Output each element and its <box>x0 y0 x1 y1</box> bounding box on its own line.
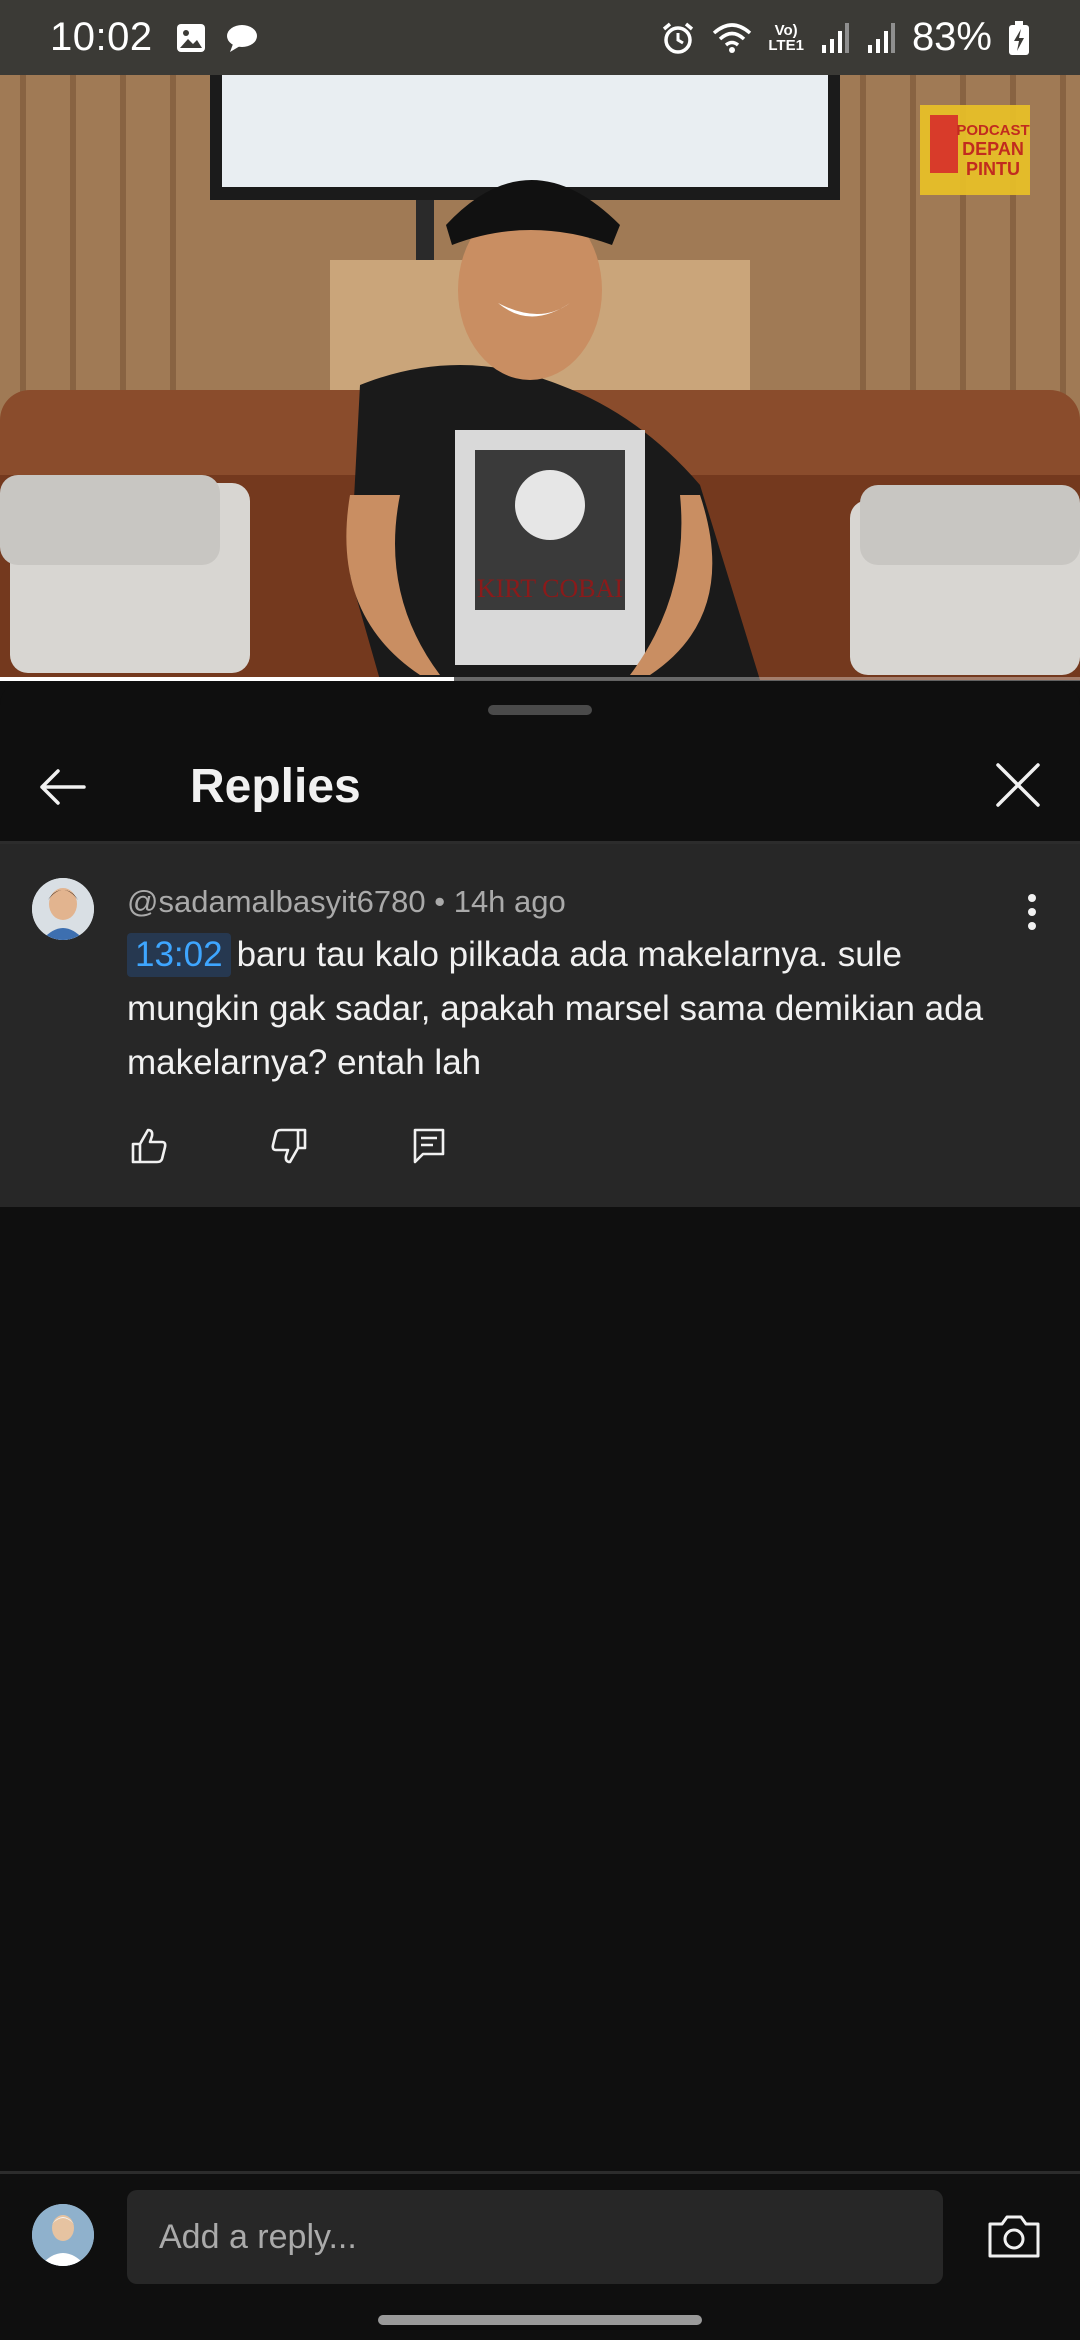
more-options-button[interactable] <box>1024 892 1040 932</box>
home-indicator[interactable] <box>378 2315 702 2325</box>
volte-icon: Vo) LTE1 <box>768 21 804 54</box>
reply-bar <box>0 2174 1080 2340</box>
alarm-icon <box>663 22 694 54</box>
dislike-icon <box>271 1128 307 1164</box>
svg-text:DEPAN: DEPAN <box>962 139 1024 159</box>
panel-title: Replies <box>190 760 361 813</box>
status-time: 10:02 <box>50 15 153 59</box>
like-icon <box>131 1128 167 1164</box>
comment-meta: @sadamalbasyit6780 • 14h ago <box>127 884 566 920</box>
camera-icon <box>988 2215 1040 2258</box>
replies-panel: Replies @sadamalbasyit6780 • 14h ago 13:… <box>0 681 1080 2340</box>
comment-actions <box>127 1124 451 1168</box>
close-button[interactable] <box>990 757 1046 813</box>
meta-separator: • <box>434 884 446 919</box>
signal-icon <box>867 22 895 53</box>
comment-age: 14h ago <box>453 884 566 919</box>
comment-text-content: baru tau kalo pilkada ada makelarnya. su… <box>127 935 984 1082</box>
video-frame: KIRT COBAI PODCAST DEPAN PINTU <box>0 75 1080 680</box>
status-bar: 10:02 Vo) LTE1 83% <box>0 0 1080 75</box>
reply-icon <box>413 1128 445 1164</box>
gallery-icon <box>176 23 205 52</box>
current-user-avatar-image <box>32 2204 94 2266</box>
shirt-text: KIRT COBAI <box>477 574 623 603</box>
svg-text:PODCAST: PODCAST <box>956 122 1029 139</box>
avatar[interactable] <box>32 878 94 940</box>
comment-author[interactable]: @sadamalbasyit6780 <box>127 884 426 919</box>
camera-button[interactable] <box>986 2212 1042 2260</box>
back-button[interactable] <box>34 759 90 815</box>
arrow-left-icon <box>40 769 86 805</box>
signal-icon <box>821 22 849 53</box>
current-user-avatar <box>32 2204 94 2266</box>
wifi-icon <box>713 22 752 53</box>
reply-input[interactable] <box>127 2190 943 2284</box>
timestamp-link[interactable]: 13:02 <box>127 933 231 977</box>
panel-header: Replies <box>0 731 1080 841</box>
avatar-image <box>32 878 94 940</box>
svg-text:PINTU: PINTU <box>966 159 1020 179</box>
comment-item: @sadamalbasyit6780 • 14h ago 13:02 baru t… <box>0 844 1080 1207</box>
like-button[interactable] <box>127 1124 171 1168</box>
video-player[interactable]: KIRT COBAI PODCAST DEPAN PINTU <box>0 75 1080 680</box>
drag-handle[interactable] <box>488 705 592 715</box>
dislike-button[interactable] <box>267 1124 311 1168</box>
reply-button[interactable] <box>407 1124 451 1168</box>
battery-charging-icon <box>1009 20 1029 55</box>
close-icon <box>996 763 1040 807</box>
chat-bubble-icon <box>226 24 257 52</box>
battery-percent: 83% <box>911 15 992 59</box>
comment-text: 13:02 baru tau kalo pilkada ada makelarny… <box>127 928 987 1090</box>
more-vert-icon <box>1028 894 1036 930</box>
